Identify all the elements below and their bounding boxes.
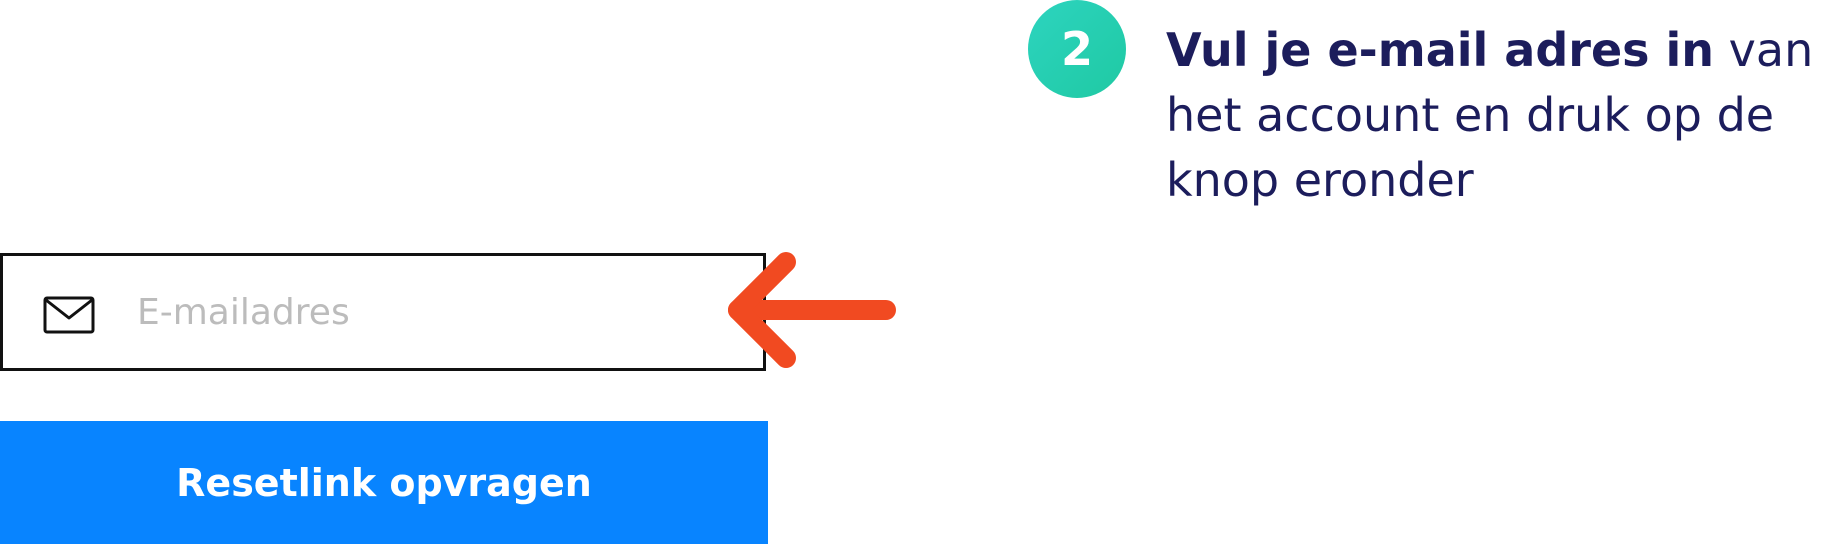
envelope-icon xyxy=(43,296,95,334)
arrow-left-icon xyxy=(728,252,896,368)
email-input[interactable] xyxy=(137,256,697,368)
request-reset-link-button[interactable]: Resetlink opvragen xyxy=(0,421,768,544)
step-number-badge: 2 xyxy=(1028,0,1126,98)
step-instruction: Vul je e-mail adres in van het account e… xyxy=(1166,18,1836,213)
step-instruction-bold: Vul je e-mail adres in xyxy=(1166,23,1715,77)
email-field[interactable] xyxy=(0,253,766,371)
